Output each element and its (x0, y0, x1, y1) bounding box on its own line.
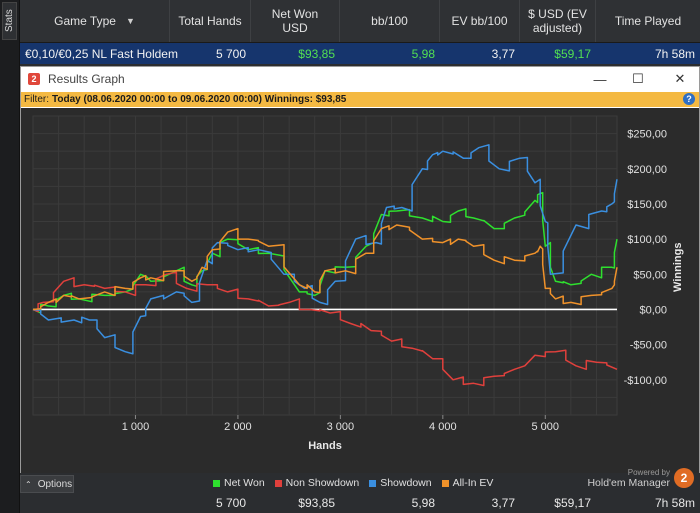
column-header-time-played[interactable]: Time Played (596, 0, 700, 42)
totals-spacer (20, 493, 170, 513)
legend-label: Non Showdown (285, 477, 360, 489)
x-axis-label: Hands (308, 440, 342, 452)
cell-bb100: 5,98 (411, 46, 435, 61)
column-header-net-won[interactable]: Net Won USD (251, 0, 340, 42)
chart-legend: Net Won Non Showdown Showdown All-In EV (213, 475, 493, 491)
column-header-usd-ev-adjusted[interactable]: $ USD (EV adjusted) (520, 0, 596, 42)
totals-net-won: $93,85 (298, 496, 335, 510)
y-tick-label: -$100,00 (624, 375, 667, 387)
legend-swatch (369, 479, 377, 487)
column-header-ev-bb100[interactable]: EV bb/100 (440, 0, 520, 42)
cell-usd-ev: $59,17 (554, 46, 591, 61)
brand-name: Hold'em Manager (587, 477, 670, 489)
legend-swatch (441, 479, 449, 487)
column-header-total-hands[interactable]: Total Hands (170, 0, 251, 42)
y-tick-label: $150,00 (627, 199, 667, 211)
y-tick-label: $200,00 (627, 164, 667, 176)
minimize-button[interactable]: — (583, 67, 617, 91)
cell-game-type: €0,10/€0,25 NL Fast Holdem (25, 46, 178, 61)
legend-item[interactable]: All-In EV (441, 477, 494, 489)
filter-text: Today (08.06.2020 00:00 to 09.06.2020 00… (52, 94, 347, 105)
cell-time-played: 7h 58m (654, 46, 695, 61)
filter-bar[interactable]: Filter: Today (08.06.2020 00:00 to 09.06… (21, 92, 699, 107)
maximize-button[interactable]: ☐ (621, 67, 655, 91)
x-tick-label: 1 000 (122, 421, 150, 433)
hem-brand-logo-icon: 2 (674, 468, 694, 488)
totals-ev-bb100: 3,77 (491, 496, 515, 510)
x-tick-label: 2 000 (224, 421, 252, 433)
totals-usd-ev: $59,17 (554, 496, 591, 510)
legend-label: Showdown (380, 477, 432, 489)
x-tick-label: 5 000 (532, 421, 560, 433)
cell-total-hands: 5 700 (215, 46, 246, 61)
y-tick-label: $250,00 (627, 129, 667, 141)
cell-net-won: $93,85 (298, 46, 335, 61)
hem-logo-icon: 2 (28, 73, 40, 85)
plot-background (32, 115, 618, 416)
y-tick-label: $0,00 (639, 304, 667, 316)
y-tick-label: -$50,00 (630, 340, 667, 352)
sort-dropdown-icon[interactable]: ▼ (126, 14, 135, 28)
graph-bottom-bar: ⌃ Options Net Won Non Showdown Showdown All… (20, 468, 700, 493)
y-axis-label: Winnings (672, 243, 684, 292)
table-row[interactable]: €0,10/€0,25 NL Fast Holdem 5 700 $93,85 … (20, 43, 700, 64)
results-table-header: Game Type ▼ Total Hands Net Won USD bb/1… (20, 0, 700, 43)
window-title-bar[interactable]: 2 Results Graph — ☐ ✕ (21, 67, 699, 91)
legend-item[interactable]: Non Showdown (274, 477, 360, 489)
x-tick-label: 4 000 (429, 421, 457, 433)
options-label: Options (37, 478, 73, 490)
help-icon[interactable]: ? (683, 93, 695, 105)
y-tick-label: $100,00 (627, 234, 667, 246)
legend-item[interactable]: Net Won (213, 477, 265, 489)
chart-svg: 1 000 2 000 3 000 4 000 5 000 -$100,00 -$50,00… (32, 115, 684, 452)
legend-label: Net Won (224, 477, 265, 489)
chevron-up-icon: ⌃ (25, 479, 32, 489)
app-window: Stats Game Type ▼ Total Hands Net Won US… (0, 0, 700, 513)
close-button[interactable]: ✕ (663, 67, 697, 91)
brand-block: Powered by Hold'em Manager 2 (587, 467, 694, 489)
window-title: Results Graph (48, 72, 125, 86)
column-header-game-type[interactable]: Game Type ▼ (20, 0, 170, 42)
x-tick-label: 3 000 (327, 421, 355, 433)
column-header-label: Game Type (54, 14, 116, 28)
totals-time-played: 7h 58m (654, 496, 695, 510)
totals-bb100: 5,98 (411, 496, 435, 510)
options-button[interactable]: ⌃ Options (20, 475, 74, 493)
stats-tab[interactable]: Stats (2, 2, 17, 40)
filter-label: Filter: (24, 94, 49, 105)
column-header-bb100[interactable]: bb/100 (340, 0, 440, 42)
legend-swatch (274, 479, 282, 487)
totals-row: 5 700 $93,85 5,98 3,77 $59,17 7h 58m (20, 493, 700, 513)
y-tick-label: $50,00 (633, 269, 667, 281)
legend-label: All-In EV (452, 477, 494, 489)
results-graph-window: 2 Results Graph — ☐ ✕ Filter: Today (08.… (20, 66, 700, 473)
results-chart: 1 000 2 000 3 000 4 000 5 000 -$100,00 -$50,00… (21, 108, 699, 473)
legend-swatch (213, 479, 220, 487)
legend-item[interactable]: Showdown (369, 477, 432, 489)
cell-ev-bb100: 3,77 (491, 46, 515, 61)
brand-text: Powered by Hold'em Manager (587, 467, 670, 489)
totals-total-hands: 5 700 (215, 496, 246, 510)
stats-sidebar: Stats (0, 0, 20, 513)
